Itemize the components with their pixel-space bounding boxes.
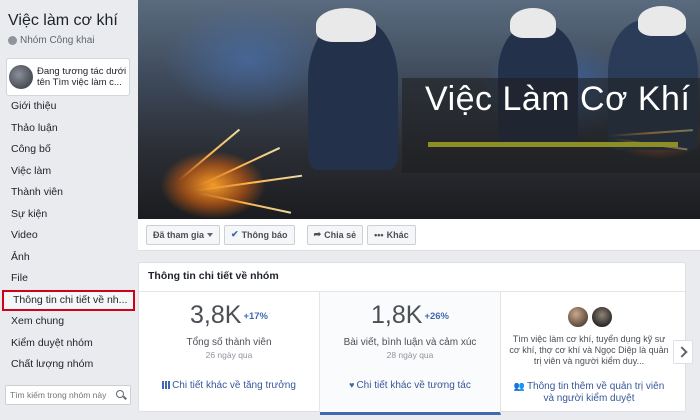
cover-underline: [428, 142, 678, 147]
sidebar-item-group-quality[interactable]: Chất lượng nhóm: [0, 354, 138, 376]
group-search-input[interactable]: [10, 390, 110, 400]
admins-description: Tìm việc làm cơ khí, tuyển dụng kỹ sư cơ…: [509, 334, 669, 366]
group-action-bar: Đã tham gia ✔ Thông báo ➦ Chia sẻ ••• Kh…: [138, 219, 700, 251]
engagement-stat: 1,8K +26% Bài viết, bình luận và cảm xúc …: [320, 292, 501, 415]
cover-helmet: [510, 8, 556, 38]
more-button[interactable]: ••• Khác: [367, 224, 416, 245]
engagement-change: +26%: [424, 310, 449, 322]
cover-helmet: [316, 8, 376, 42]
avatar[interactable]: [591, 306, 613, 328]
insights-title: Thông tin chi tiết về nhóm: [148, 270, 279, 282]
cover-helmet: [638, 6, 686, 36]
group-privacy-label: Nhóm Công khai: [20, 35, 95, 46]
more-label: Khác: [386, 229, 409, 240]
bar-chart-icon: [162, 381, 171, 389]
group-nav: Giới thiệu Thảo luận Công bố Việc làm Th…: [0, 96, 138, 376]
cover-photo: Việc Làm Cơ Khí: [138, 0, 700, 219]
sidebar-item-jobs[interactable]: Việc làm: [0, 161, 138, 183]
members-label: Tổng số thành viên: [186, 337, 272, 348]
joined-button[interactable]: Đã tham gia: [146, 224, 221, 245]
notifications-label: Thông báo: [241, 229, 288, 240]
sidebar-item-members[interactable]: Thành viên: [0, 182, 138, 204]
members-count: 3,8K +17%: [190, 301, 268, 329]
acting-as-label: Đang tương tác dưới tên Tìm việc làm c..…: [37, 66, 127, 88]
group-search: [5, 385, 131, 405]
sidebar-item-moderation[interactable]: Kiểm duyệt nhóm: [0, 333, 138, 355]
group-privacy: Nhóm Công khai: [8, 35, 94, 46]
share-button[interactable]: ➦ Chia sẻ: [306, 224, 364, 245]
globe-icon: [8, 36, 17, 45]
admin-avatars: [567, 306, 613, 328]
next-arrow-button[interactable]: [673, 340, 693, 364]
joined-label: Đã tham gia: [153, 229, 205, 240]
engagement-period: 28 ngày qua: [386, 350, 434, 360]
members-change: +17%: [243, 310, 268, 322]
admins-stat: Tìm việc làm cơ khí, tuyển dụng kỹ sư cơ…: [501, 292, 677, 414]
group-sidebar: Việc làm cơ khí Nhóm Công khai Đang tươn…: [0, 0, 138, 420]
share-label: Chia sẻ: [324, 229, 357, 240]
more-icon: •••: [374, 229, 384, 240]
members-period: 26 ngày qua: [205, 350, 253, 360]
sidebar-item-videos[interactable]: Video: [0, 225, 138, 247]
growth-details-link[interactable]: Chi tiết khác về tăng trưởng: [139, 380, 319, 391]
search-icon[interactable]: [116, 390, 126, 400]
sidebar-item-events[interactable]: Sự kiện: [0, 204, 138, 226]
avatar[interactable]: [567, 306, 589, 328]
page-avatar: [9, 65, 33, 89]
sidebar-item-announcements[interactable]: Công bố: [0, 139, 138, 161]
cover-worker-figure: [308, 20, 398, 170]
cover-spark: [177, 128, 240, 182]
admins-details-link[interactable]: 👥 Thông tin thêm về quản trị viên và ngườ…: [501, 380, 677, 405]
members-stat: 3,8K +17% Tổng số thành viên 26 ngày qua …: [139, 292, 320, 414]
sidebar-item-about[interactable]: Giới thiệu: [0, 96, 138, 118]
group-name[interactable]: Việc làm cơ khí: [8, 12, 118, 30]
heart-icon: ♥: [349, 380, 355, 390]
sidebar-item-watch-party[interactable]: Xem chung: [0, 311, 138, 333]
sidebar-item-photos[interactable]: Ảnh: [0, 247, 138, 269]
insights-stats: 3,8K +17% Tổng số thành viên 26 ngày qua …: [139, 291, 685, 415]
engagement-count: 1,8K +26%: [371, 301, 449, 329]
sidebar-item-discussion[interactable]: Thảo luận: [0, 118, 138, 140]
share-icon: ➦: [313, 229, 322, 239]
engagement-label: Bài viết, bình luận và cảm xúc: [343, 337, 477, 348]
cover-spark: [197, 192, 292, 214]
engagement-details-link[interactable]: ♥ Chi tiết khác về tương tác: [320, 380, 500, 391]
chevron-down-icon: [207, 232, 214, 237]
cover-title: Việc Làm Cơ Khí: [425, 80, 691, 118]
sidebar-item-insights[interactable]: Thông tin chi tiết về nh...: [2, 289, 135, 311]
cover-spark: [192, 174, 303, 192]
sidebar-item-files[interactable]: File: [0, 268, 138, 290]
group-insights-card: Thông tin chi tiết về nhóm 3,8K +17% Tổng…: [138, 262, 686, 415]
notifications-button[interactable]: ✔ Thông báo: [224, 224, 295, 245]
acting-as-selector[interactable]: Đang tương tác dưới tên Tìm việc làm c..…: [6, 58, 130, 96]
people-icon: 👥: [513, 381, 525, 391]
check-icon: ✔: [231, 229, 239, 239]
